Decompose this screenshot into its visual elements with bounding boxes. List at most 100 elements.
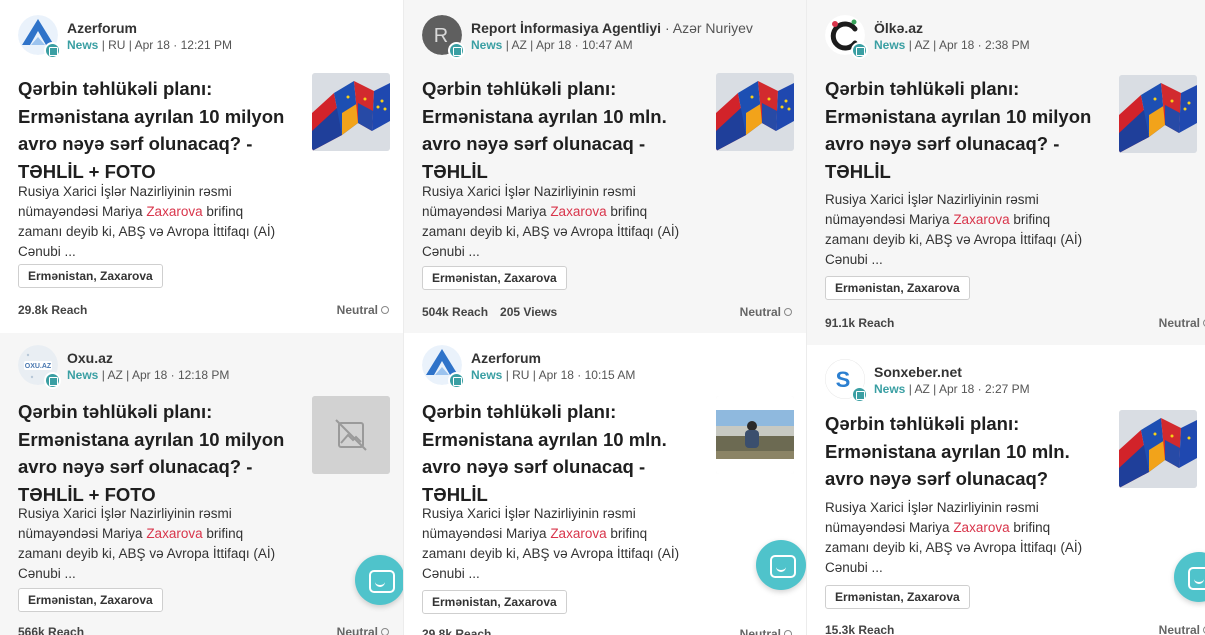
article-thumbnail[interactable] [1119,410,1197,488]
article-snippet: Rusiya Xarici İşlər Nazirliyinin rəsmi n… [18,504,286,584]
article-title[interactable]: Qərbin təhlükəli planı: Ermənistana ayrı… [422,75,707,185]
chat-button[interactable] [756,540,806,590]
sentiment-indicator[interactable]: Neutral [740,305,792,319]
mention-card[interactable]: Ölkə.az News | AZ | Apr 18 · 2:38 PM Qər… [807,0,1205,345]
source-name-link[interactable]: Report İnformasiya Agentliyi · Azər Nuri… [471,20,753,36]
news-source-icon [851,42,868,59]
author-name: · Azər Nuriyev [661,20,753,36]
sentiment-indicator[interactable]: Neutral [337,625,389,635]
flags-image [716,73,794,151]
article-thumbnail[interactable] [716,396,794,474]
sentiment-label: Neutral [336,625,378,635]
views-count: 205 Views [500,305,558,319]
keyword-tag[interactable]: Ermənistan, Zaxarova [18,588,163,612]
card-source: S Sonxeber.net News | AZ | Apr 18 · 2:27… [825,359,1199,403]
keyword-highlight: Zaxarova [146,204,203,219]
keyword-tag[interactable]: Ermənistan, Zaxarova [825,585,970,609]
meta-details: | AZ | Apr 18 · 2:38 PM [905,38,1030,52]
article-title[interactable]: Qərbin təhlükəli planı: Ermənistana ayrı… [825,75,1110,185]
source-name[interactable]: Report İnformasiya Agentliyi [471,20,661,36]
reach-count: 504k Reach [422,305,489,319]
news-source-icon [448,372,465,389]
keyword-highlight: Zaxarova [550,526,607,541]
article-snippet: Rusiya Xarici İşlər Nazirliyinin rəsmi n… [18,182,286,262]
source-name-link[interactable]: Sonxeber.net [874,364,962,380]
sentiment-label: Neutral [1158,623,1200,635]
article-thumbnail[interactable] [716,73,794,151]
keyword-highlight: Zaxarova [550,204,607,219]
sentiment-indicator[interactable]: Neutral [337,303,389,317]
keyword-tag[interactable]: Ermənistan, Zaxarova [18,264,163,288]
media-type-label: News [874,38,906,52]
sentiment-label: Neutral [739,627,781,635]
reach-stats: 91.1k Reach [825,316,894,330]
source-name[interactable]: Azerforum [471,350,541,366]
article-thumbnail[interactable] [1119,75,1197,153]
card-source: R Report İnformasiya Agentliyi · Azər Nu… [422,15,800,59]
reach-stats: 15.3k Reach [825,623,894,635]
sentiment-circle-icon [381,306,389,314]
reach-stats: 566k Reach [18,625,84,635]
source-name[interactable]: Sonxeber.net [874,364,962,380]
article-title[interactable]: Qərbin təhlükəli planı: Ermənistana ayrı… [422,398,707,508]
article-title[interactable]: Qərbin təhlükəli planı: Ermənistana ayrı… [18,398,303,508]
mention-card[interactable]: Azerforum News | RU | Apr 18 · 10:15 AM … [404,333,806,635]
svg-text:S: S [836,367,851,392]
mention-card[interactable]: OXU.AZ Oxu.az News | AZ | Apr 18 · 12:18… [0,333,403,635]
meta-details: | RU | Apr 18 · 10:15 AM [502,368,636,382]
sentiment-indicator[interactable]: Neutral [1159,623,1205,635]
sentiment-label: Neutral [739,305,781,319]
sentiment-label: Neutral [336,303,378,317]
sentiment-indicator[interactable]: Neutral [1159,316,1205,330]
meta-details: | RU | Apr 18 · 12:21 PM [98,38,232,52]
source-name[interactable]: Azerforum [67,20,137,36]
svg-text:OXU.AZ: OXU.AZ [25,363,52,370]
flags-image [1119,410,1197,488]
keyword-tag[interactable]: Ermənistan, Zaxarova [422,590,567,614]
reach-count: 29.8k Reach [422,627,492,635]
card-meta: News | AZ | Apr 18 · 2:38 PM [874,38,1030,52]
mention-card[interactable]: Azerforum News | RU | Apr 18 · 12:21 PM … [0,0,403,333]
meta-details: | AZ | Apr 18 · 2:27 PM [905,382,1030,396]
feed-column-1: Azerforum News | RU | Apr 18 · 12:21 PM … [0,0,403,635]
card-source: Ölkə.az News | AZ | Apr 18 · 2:38 PM [825,15,1199,59]
media-type-label: News [67,368,99,382]
media-type-label: News [67,38,99,52]
keyword-highlight: Zaxarova [146,526,203,541]
source-name[interactable]: Oxu.az [67,350,113,366]
article-title[interactable]: Qərbin təhlükəli planı: Ermənistana ayrı… [18,75,303,185]
mention-card[interactable]: S Sonxeber.net News | AZ | Apr 18 · 2:27… [807,345,1205,635]
article-thumbnail[interactable] [312,73,390,151]
keyword-tag[interactable]: Ermənistan, Zaxarova [825,276,970,300]
card-meta: News | AZ | Apr 18 · 12:18 PM [67,368,229,382]
article-title[interactable]: Qərbin təhlükəli planı: Ermənistana ayrı… [825,410,1110,493]
source-name-link[interactable]: Oxu.az [67,350,113,366]
reach-count: 566k Reach [18,625,85,635]
sentiment-circle-icon [784,630,792,635]
reach-count: 91.1k Reach [825,316,895,330]
reach-count: 15.3k Reach [825,623,895,635]
article-thumbnail[interactable] [312,396,390,474]
sentiment-circle-icon [381,628,389,635]
card-meta: News | RU | Apr 18 · 12:21 PM [67,38,232,52]
source-name-link[interactable]: Ölkə.az [874,20,923,36]
source-name-link[interactable]: Azerforum [67,20,137,36]
keyword-tag[interactable]: Ermənistan, Zaxarova [422,266,567,290]
reach-stats: 29.8k Reach [18,303,87,317]
mention-card[interactable]: R Report İnformasiya Agentliyi · Azər Nu… [404,0,806,333]
feed-column-2: R Report İnformasiya Agentliyi · Azər Nu… [403,0,806,635]
keyword-highlight: Zaxarova [953,212,1010,227]
news-source-icon [44,372,61,389]
source-name-link[interactable]: Azerforum [471,350,541,366]
sentiment-label: Neutral [1158,316,1200,330]
meta-details: | AZ | Apr 18 · 12:18 PM [98,368,230,382]
reach-stats: 504k Reach 205 Views [422,305,557,319]
article-snippet: Rusiya Xarici İşlər Nazirliyinin rəsmi n… [825,498,1093,578]
sentiment-indicator[interactable]: Neutral [740,627,792,635]
card-source: OXU.AZ Oxu.az News | AZ | Apr 18 · 12:18… [18,345,397,389]
source-name[interactable]: Ölkə.az [874,20,923,36]
keyword-highlight: Zaxarova [953,520,1010,535]
chat-button[interactable] [355,555,403,605]
article-snippet: Rusiya Xarici İşlər Nazirliyinin rəsmi n… [825,190,1093,270]
card-meta: News | AZ | Apr 18 · 10:47 AM [471,38,633,52]
